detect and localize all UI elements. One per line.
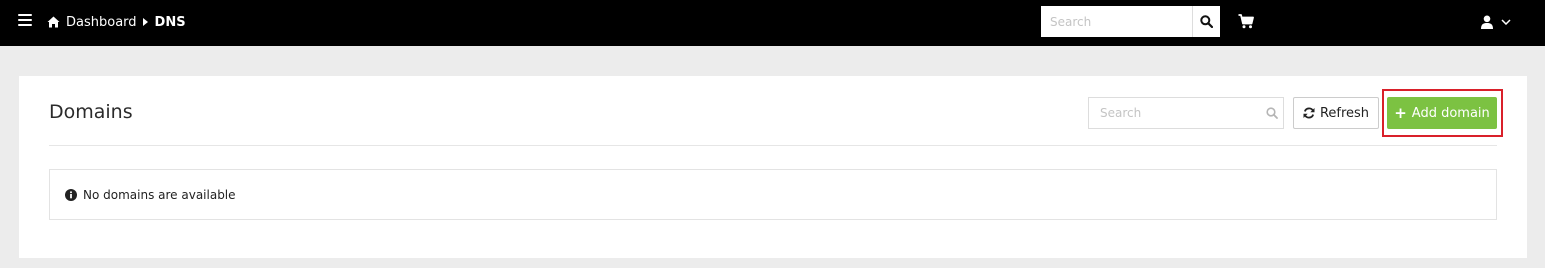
caret-right-icon [142,18,148,26]
top-search [1041,6,1220,37]
add-domain-label: Add domain [1411,105,1490,121]
user-icon [1481,15,1493,29]
domain-search-input[interactable] [1089,98,1261,128]
domains-panel: Domains Refresh + Add domain No doma [19,76,1527,258]
empty-notice-text: No domains are available [83,187,236,202]
breadcrumb-dashboard-link[interactable]: Dashboard [66,15,137,30]
domain-search [1088,97,1284,129]
divider [49,145,1497,146]
search-icon[interactable] [1261,107,1283,119]
refresh-label: Refresh [1319,105,1370,121]
search-icon [1200,15,1213,28]
add-domain-button[interactable]: + Add domain [1387,97,1497,129]
breadcrumb: Dashboard DNS [47,13,186,31]
breadcrumb-current: DNS [154,14,186,30]
page-title: Domains [49,101,133,123]
user-menu[interactable] [1481,13,1511,31]
menu-icon[interactable] [18,14,32,27]
empty-notice: No domains are available [49,169,1497,220]
top-bar: Dashboard DNS [0,0,1545,46]
info-icon [65,188,77,201]
plus-icon: + [1394,103,1407,122]
top-search-input[interactable] [1041,6,1192,37]
refresh-button[interactable]: Refresh [1293,97,1379,129]
top-search-button[interactable] [1192,6,1220,37]
refresh-icon [1303,107,1315,119]
home-icon [47,16,60,28]
cart-icon[interactable] [1238,14,1254,29]
chevron-down-icon [1501,19,1511,25]
